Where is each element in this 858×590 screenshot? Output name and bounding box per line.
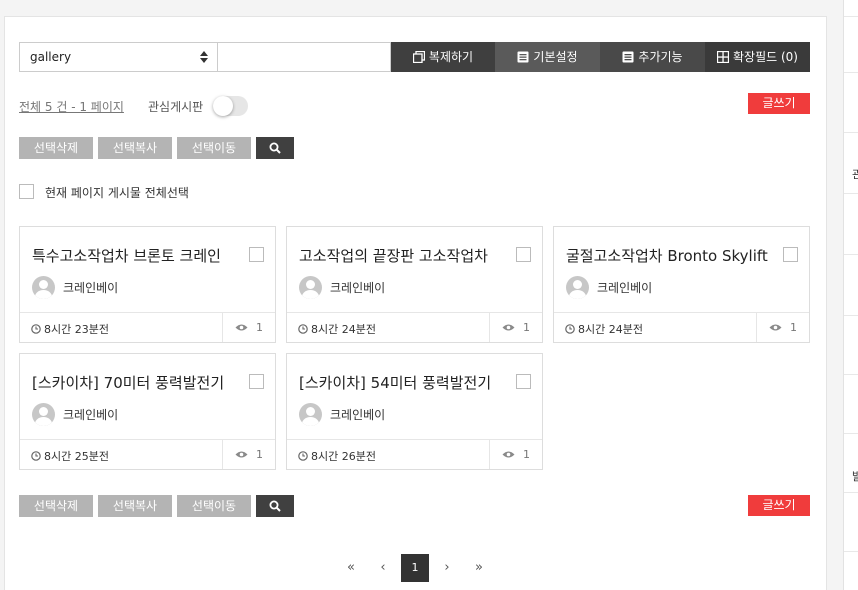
- avatar: [299, 403, 322, 426]
- post-title[interactable]: [스카이차] 54미터 풍력발전기: [299, 372, 515, 393]
- page-first-button[interactable]: «: [337, 554, 365, 582]
- select-all-checkbox[interactable]: [19, 184, 34, 199]
- avatar: [32, 276, 55, 299]
- clock-icon: [298, 324, 308, 334]
- page-prev-button[interactable]: ‹: [369, 554, 397, 582]
- post-footer: 8시간 24분전 1: [287, 312, 542, 342]
- toggle-knob: [213, 96, 233, 116]
- post-time: 8시간 24분전: [578, 323, 643, 336]
- post-title[interactable]: 굴절고소작업차 Bronto Skylift: [566, 245, 782, 266]
- clock-icon: [31, 324, 41, 334]
- copy-selected-button-bottom[interactable]: 선택복사: [98, 495, 172, 517]
- page-next-button[interactable]: ›: [433, 554, 461, 582]
- post-checkbox[interactable]: [249, 374, 264, 389]
- post-title[interactable]: 고소작업의 끝장판 고소작업차: [299, 245, 515, 266]
- post-checkbox[interactable]: [516, 374, 531, 389]
- post-views: 1: [523, 321, 530, 334]
- search-button-bottom[interactable]: [256, 495, 294, 517]
- clock-icon: [298, 451, 308, 461]
- post-views: 1: [256, 321, 263, 334]
- delete-selected-button-bottom[interactable]: 선택삭제: [19, 495, 93, 517]
- avatar: [32, 403, 55, 426]
- post-time: 8시간 23분전: [44, 323, 109, 336]
- favorite-board-label: 관심게시판: [148, 100, 204, 114]
- copy-icon: [412, 51, 425, 63]
- favorite-board-toggle[interactable]: [213, 96, 248, 116]
- sidebar-fragment[interactable]: 관: [852, 166, 858, 182]
- clock-icon: [31, 451, 41, 461]
- move-selected-button[interactable]: 선택이동: [177, 137, 251, 159]
- eye-icon: [235, 324, 248, 331]
- write-button-top[interactable]: 글쓰기: [748, 93, 810, 114]
- post-time: 8시간 25분전: [44, 450, 109, 463]
- eye-icon: [769, 324, 782, 331]
- post-checkbox[interactable]: [783, 247, 798, 262]
- basic-settings-button[interactable]: 기본설정: [495, 42, 600, 72]
- search-input[interactable]: [218, 42, 391, 72]
- search-button[interactable]: [256, 137, 294, 159]
- page-current[interactable]: 1: [401, 554, 429, 582]
- post-footer: 8시간 25분전 1: [20, 439, 275, 469]
- list-icon: [517, 51, 529, 63]
- delete-selected-button[interactable]: 선택삭제: [19, 137, 93, 159]
- avatar: [299, 276, 322, 299]
- search-icon: [269, 500, 281, 512]
- avatar: [566, 276, 589, 299]
- write-button-bottom[interactable]: 글쓰기: [748, 495, 810, 516]
- extra-features-label: 추가기능: [638, 50, 683, 64]
- post-time: 8시간 26분전: [311, 450, 376, 463]
- post-footer: 8시간 24분전 1: [554, 312, 809, 342]
- post-author[interactable]: 크레인베이: [63, 406, 118, 423]
- move-selected-button-bottom[interactable]: 선택이동: [177, 495, 251, 517]
- eye-icon: [235, 451, 248, 458]
- eye-icon: [502, 451, 515, 458]
- extension-fields-label: 확장필드 (0): [733, 50, 798, 64]
- copy-selected-button[interactable]: 선택복사: [98, 137, 172, 159]
- post-title[interactable]: [스카이차] 70미터 풍력발전기: [32, 372, 248, 393]
- page-last-button[interactable]: »: [465, 554, 493, 582]
- copy-board-label: 복제하기: [428, 50, 474, 64]
- post-author[interactable]: 크레인베이: [330, 406, 385, 423]
- total-count-link[interactable]: 전체 5 건 - 1 페이지: [19, 98, 124, 115]
- post-card[interactable]: 굴절고소작업차 Bronto Skylift 크레인베이 8시간 24분전 1: [553, 226, 810, 343]
- select-arrows-icon: [200, 51, 208, 63]
- post-views: 1: [790, 321, 797, 334]
- clock-icon: [565, 324, 575, 334]
- post-time: 8시간 24분전: [311, 323, 376, 336]
- extra-features-button[interactable]: 추가기능: [600, 42, 705, 72]
- select-all-label: 현재 페이지 게시물 전체선택: [45, 186, 189, 200]
- post-checkbox[interactable]: [249, 247, 264, 262]
- post-card[interactable]: 특수고소작업차 브론토 크레인 크레인베이 8시간 23분전 1: [19, 226, 276, 343]
- post-card[interactable]: [스카이차] 54미터 풍력발전기 크레인베이 8시간 26분전 1: [286, 353, 543, 470]
- post-card[interactable]: 고소작업의 끝장판 고소작업차 크레인베이 8시간 24분전 1: [286, 226, 543, 343]
- eye-icon: [502, 324, 515, 331]
- copy-board-button[interactable]: 복제하기: [391, 42, 495, 72]
- post-views: 1: [523, 448, 530, 461]
- board-select[interactable]: gallery: [19, 42, 218, 72]
- post-author[interactable]: 크레인베이: [63, 279, 118, 296]
- post-checkbox[interactable]: [516, 247, 531, 262]
- post-footer: 8시간 26분전 1: [287, 439, 542, 469]
- grid-plus-icon: [717, 51, 729, 63]
- list-icon: [622, 51, 634, 63]
- post-footer: 8시간 23분전 1: [20, 312, 275, 342]
- extension-fields-button[interactable]: 확장필드 (0): [705, 42, 810, 72]
- basic-settings-label: 기본설정: [533, 50, 578, 64]
- post-title[interactable]: 특수고소작업차 브론토 크레인: [32, 245, 248, 266]
- search-icon: [269, 142, 281, 154]
- sidebar-fragment[interactable]: 발: [852, 468, 858, 484]
- post-author[interactable]: 크레인베이: [330, 279, 385, 296]
- right-sidebar: 관 발: [843, 0, 858, 590]
- board-select-value: gallery: [30, 50, 72, 64]
- post-views: 1: [256, 448, 263, 461]
- post-card[interactable]: [스카이차] 70미터 풍력발전기 크레인베이 8시간 25분전 1: [19, 353, 276, 470]
- post-author[interactable]: 크레인베이: [597, 279, 652, 296]
